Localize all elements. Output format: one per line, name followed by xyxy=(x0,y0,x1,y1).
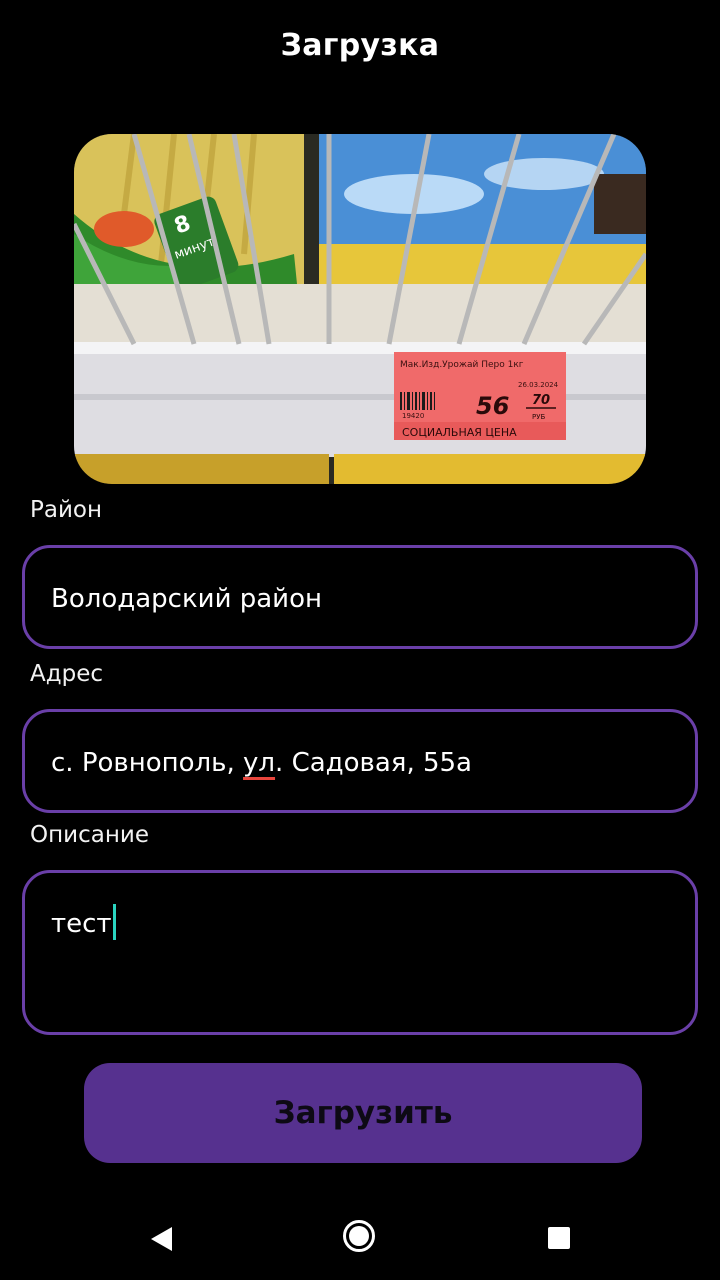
spellcheck-underline: ул xyxy=(243,748,276,778)
uploaded-photo[interactable]: 8 минут Мак.Изд.Урожай Перо 1кг 26.03.20… xyxy=(74,134,646,484)
description-label: Описание xyxy=(30,822,149,848)
price-tag-date: 26.03.2024 xyxy=(518,381,559,389)
description-field[interactable]: тест xyxy=(22,870,698,1035)
price-tag: Мак.Изд.Урожай Перо 1кг 26.03.2024 19420… xyxy=(394,352,566,440)
address-field[interactable]: с. Ровнополь, ул. Садовая, 55а xyxy=(22,709,698,813)
upload-button[interactable]: Загрузить xyxy=(84,1063,642,1163)
text-caret xyxy=(112,904,116,940)
price-tag-code: 19420 xyxy=(402,412,424,420)
district-value: Володарский район xyxy=(51,584,322,614)
home-icon[interactable] xyxy=(343,1220,375,1252)
price-tag-kop: 70 xyxy=(532,393,550,408)
back-icon[interactable] xyxy=(150,1226,174,1252)
price-tag-currency: РУБ xyxy=(532,413,545,421)
district-label: Район xyxy=(30,497,103,523)
page-title: Загрузка xyxy=(280,28,440,63)
recents-icon[interactable] xyxy=(548,1227,570,1249)
district-field[interactable]: Володарский район xyxy=(22,545,698,649)
address-label: Адрес xyxy=(30,661,104,687)
system-nav-bar xyxy=(0,1200,720,1280)
price-tag-banner: СОЦИАЛЬНАЯ ЦЕНА xyxy=(402,426,517,439)
price-tag-product: Мак.Изд.Урожай Перо 1кг xyxy=(400,360,524,370)
description-value: тест xyxy=(51,904,116,940)
address-value: с. Ровнополь, ул. Садовая, 55а xyxy=(51,748,472,778)
price-tag-rub: 56 xyxy=(476,392,509,420)
